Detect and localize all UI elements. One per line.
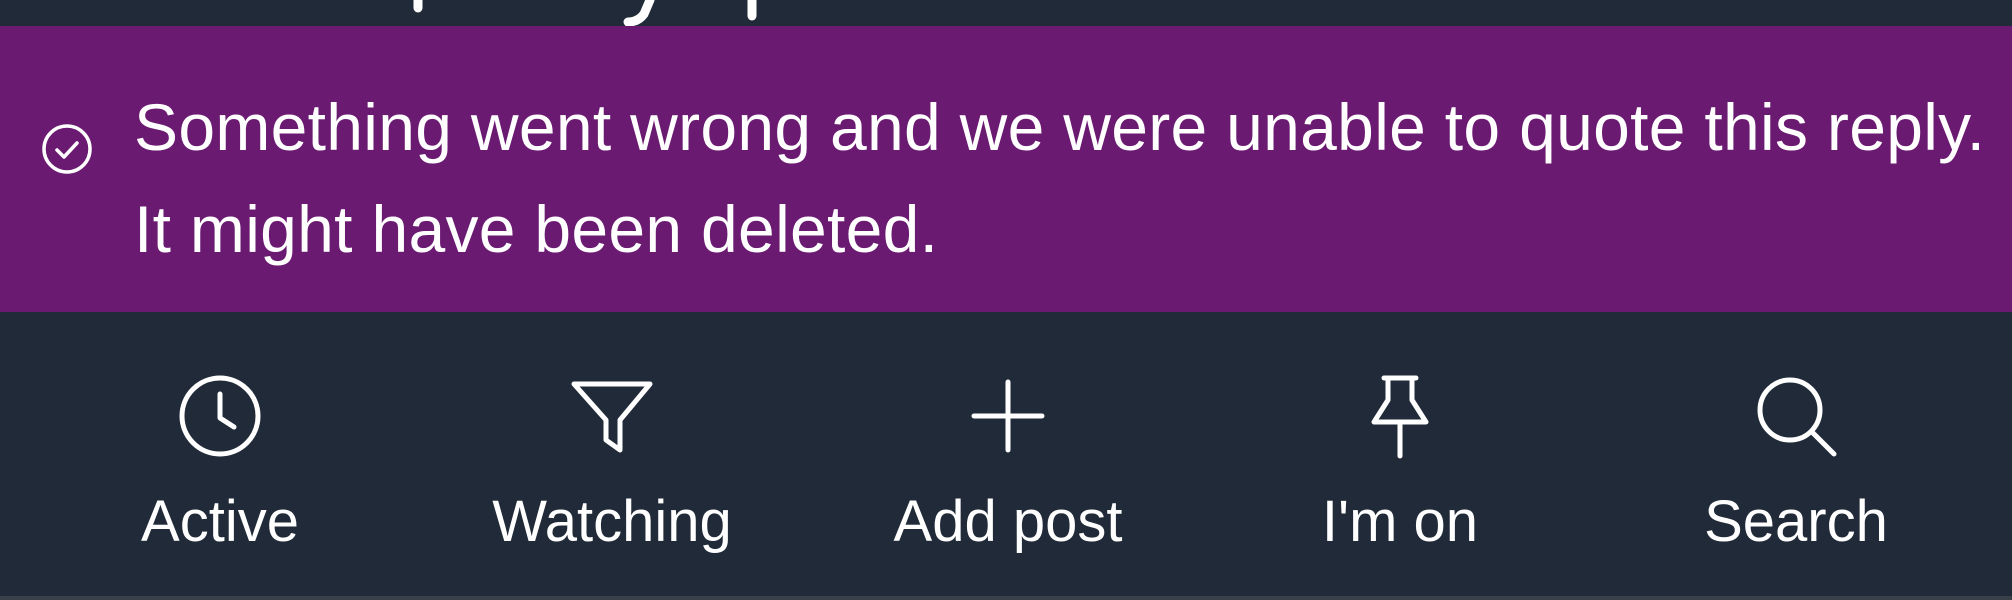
filter-icon bbox=[571, 381, 653, 453]
nav-item-watching[interactable]: Watching bbox=[452, 312, 772, 596]
bottom-divider bbox=[0, 596, 2012, 600]
nav-item-add-post[interactable]: Add post bbox=[850, 312, 1166, 596]
clock-icon bbox=[179, 375, 261, 457]
search-icon bbox=[1757, 377, 1837, 457]
nav-label-active: Active bbox=[141, 489, 299, 554]
nav-item-active[interactable]: Active bbox=[80, 312, 360, 596]
content-area-cutoff bbox=[0, 0, 2012, 26]
clipped-text-fragment bbox=[413, 0, 757, 26]
nav-label-search: Search bbox=[1704, 489, 1888, 554]
pin-icon bbox=[1371, 375, 1429, 459]
plus-icon bbox=[971, 379, 1045, 453]
nav-item-search[interactable]: Search bbox=[1656, 312, 1936, 596]
nav-label-watching: Watching bbox=[492, 489, 732, 554]
notice-banner: Something went wrong and we were unable … bbox=[0, 26, 2012, 312]
bottom-navigation-bar: Active Watching Add post I'm on Search bbox=[0, 312, 2012, 596]
nav-label-add-post: Add post bbox=[893, 489, 1123, 554]
nav-item-im-on[interactable]: I'm on bbox=[1260, 312, 1540, 596]
nav-label-im-on: I'm on bbox=[1321, 489, 1479, 554]
app-screen: Something went wrong and we were unable … bbox=[0, 0, 2012, 600]
banner-message: Something went wrong and we were unable … bbox=[134, 90, 1986, 266]
check-circle-icon bbox=[42, 124, 92, 174]
